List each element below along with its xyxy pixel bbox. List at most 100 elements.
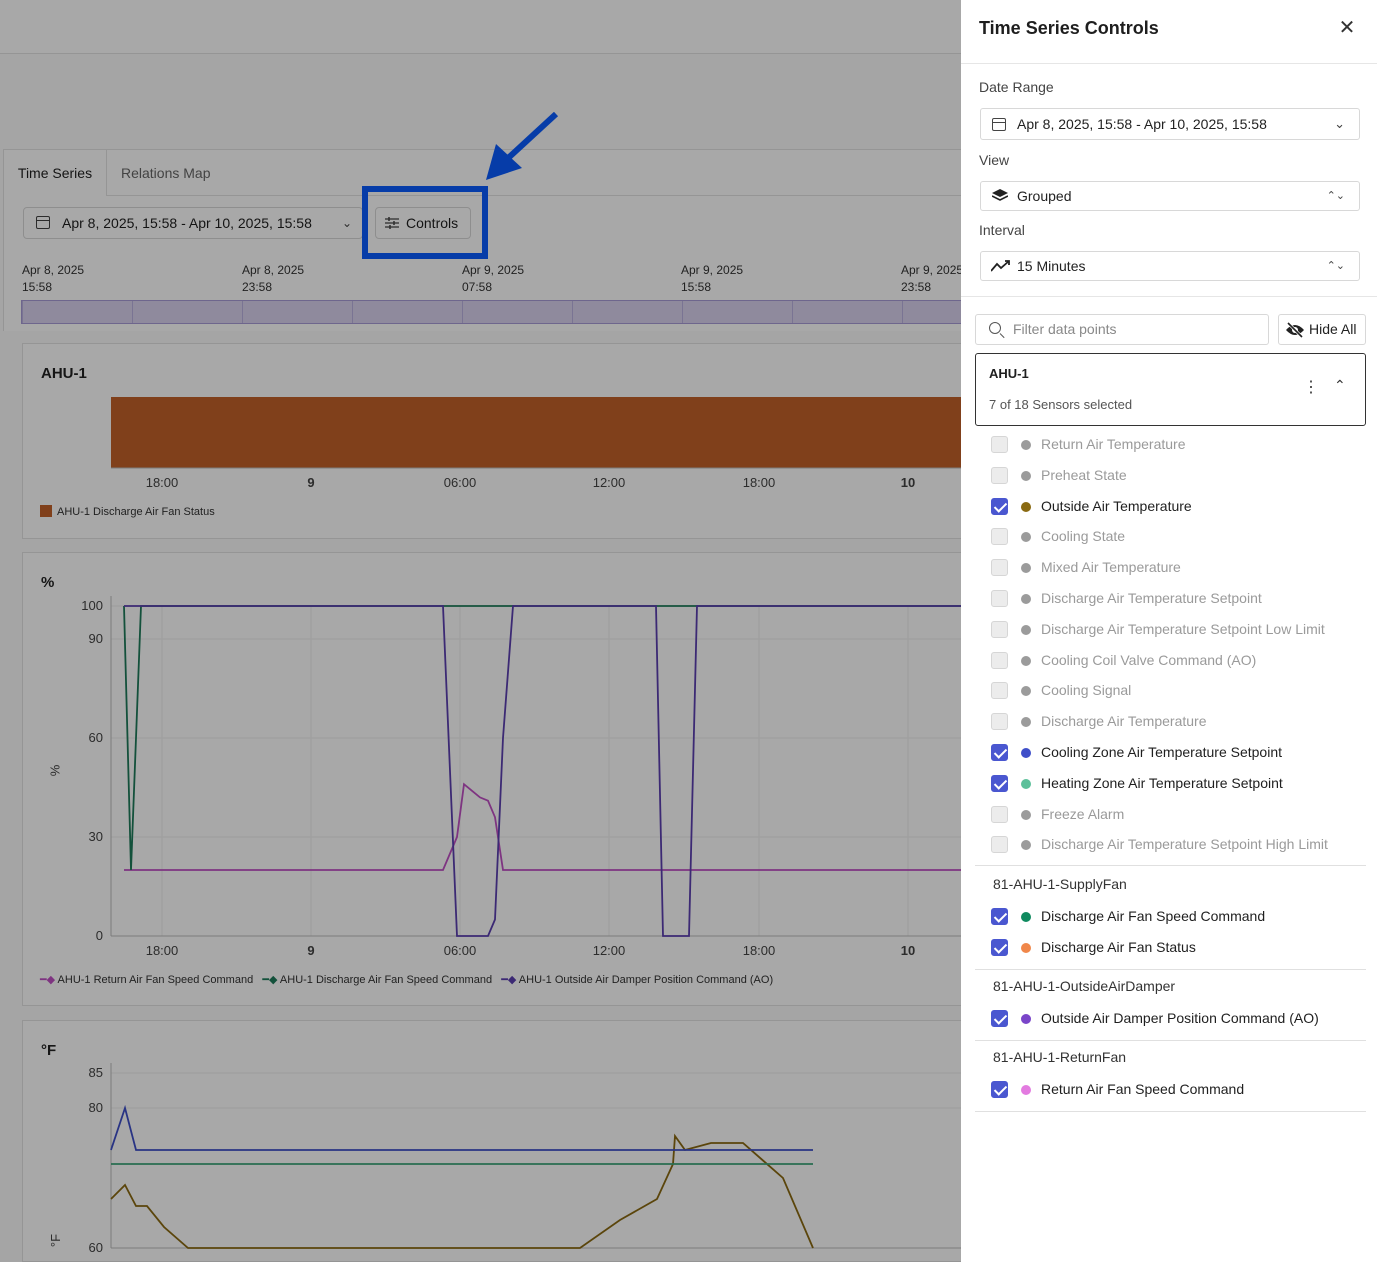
sensor-color-dot [1021, 686, 1031, 697]
sensor-checkbox[interactable] [991, 682, 1008, 700]
layers-icon [992, 189, 1008, 201]
sensor-label: Return Air Fan Speed Command [1041, 1081, 1245, 1097]
sensor-color-dot [1021, 532, 1031, 543]
sensor-color-dot [1021, 840, 1031, 851]
date-range-select[interactable]: Apr 8, 2025, 15:58 - Apr 10, 2025, 15:58… [980, 108, 1360, 140]
sensor-checkbox[interactable] [991, 939, 1008, 956]
sensor-row[interactable]: Return Air Fan Speed Command [991, 1079, 1371, 1101]
date-range-label: Date Range [979, 79, 1054, 95]
sensor-row[interactable]: Discharge Air Temperature Setpoint High … [991, 834, 1371, 856]
sensor-checkbox[interactable] [991, 713, 1008, 731]
calendar-icon [992, 118, 1006, 131]
sensor-row[interactable]: Outside Air Damper Position Command (AO) [991, 1008, 1371, 1030]
sensor-label: Discharge Air Temperature Setpoint Low L… [1041, 620, 1325, 637]
divider [975, 865, 1366, 866]
sensor-checkbox[interactable] [991, 436, 1008, 453]
sensor-color-dot [1021, 748, 1031, 758]
trend-icon [991, 260, 1010, 272]
sensor-checkbox[interactable] [991, 497, 1008, 515]
interval-label: Interval [979, 222, 1025, 238]
group-header-ahu-1[interactable]: AHU-1 7 of 18 Sensors selected ⋮ ⌃ [975, 353, 1366, 426]
sensor-label: Discharge Air Fan Speed Command [1041, 908, 1266, 924]
sensor-row[interactable]: Cooling Coil Valve Command (AO) [991, 650, 1371, 672]
sensor-checkbox[interactable] [991, 528, 1008, 546]
sensor-row[interactable]: Discharge Air Fan Status [991, 937, 1371, 959]
group-selection-count: 7 of 18 Sensors selected [989, 397, 1133, 412]
sensor-row[interactable]: Freeze Alarm [991, 804, 1371, 826]
divider [975, 1040, 1366, 1041]
sensor-label: Outside Air Damper Position Command (AO) [1041, 1010, 1319, 1026]
sensor-checkbox[interactable] [991, 1081, 1008, 1098]
sensor-checkbox[interactable] [991, 1010, 1008, 1027]
sensor-label: Discharge Air Temperature Setpoint [1041, 590, 1262, 606]
sensor-checkbox[interactable] [991, 744, 1008, 761]
sensor-row[interactable]: Discharge Air Temperature Setpoint Low L… [991, 619, 1371, 641]
group-name: AHU-1 [989, 366, 1029, 381]
sensor-color-dot [1021, 440, 1031, 450]
sensor-row[interactable]: Preheat State [991, 465, 1371, 487]
sensor-row[interactable]: Discharge Air Temperature Setpoint [991, 588, 1371, 610]
modal-backdrop[interactable] [0, 0, 961, 1262]
sensor-label: Outside Air Temperature [1041, 497, 1192, 514]
hide-all-button[interactable]: Hide All [1278, 314, 1366, 345]
sensor-color-dot [1021, 778, 1031, 789]
chevron-updown-icon: ⌃⌄ [1326, 260, 1345, 272]
sensor-row[interactable]: Return Air Temperature [991, 434, 1371, 456]
time-series-controls-panel: Time Series Controls ✕ Date Range Apr 8,… [961, 0, 1377, 1262]
sensor-checkbox[interactable] [991, 466, 1008, 484]
sensor-label: Cooling State [1041, 528, 1126, 545]
eye-off-icon [1286, 322, 1304, 338]
chevron-up-icon[interactable]: ⌃ [1334, 377, 1346, 394]
sensor-label: Cooling Signal [1041, 682, 1132, 699]
interval-select[interactable]: 15 Minutes ⌃⌄ [980, 251, 1360, 281]
sensor-checkbox[interactable] [991, 590, 1008, 607]
sensor-color-dot [1021, 563, 1031, 574]
sensor-row[interactable]: Discharge Air Fan Speed Command [991, 906, 1371, 928]
subgroup-title: 81-AHU-1-ReturnFan [993, 1049, 1127, 1065]
sensor-color-dot [1021, 943, 1031, 953]
divider [961, 296, 1377, 297]
sensor-color-dot [1021, 594, 1031, 604]
subgroup-title: 81-AHU-1-SupplyFan [993, 876, 1127, 892]
sensor-row[interactable]: Mixed Air Temperature [991, 557, 1371, 579]
sensor-label: Discharge Air Temperature Setpoint High … [1041, 836, 1328, 853]
sensor-checkbox[interactable] [991, 559, 1008, 577]
sensor-color-dot [1021, 655, 1031, 666]
sensor-row[interactable]: Cooling Signal [991, 680, 1371, 702]
sensor-color-dot [1021, 1085, 1031, 1095]
sensor-row[interactable]: Cooling State [991, 526, 1371, 548]
sensor-row[interactable]: Cooling Zone Air Temperature Setpoint [991, 742, 1371, 764]
sensor-checkbox[interactable] [991, 836, 1008, 854]
sensor-color-dot [1021, 1014, 1031, 1024]
close-icon[interactable]: ✕ [1337, 18, 1357, 38]
sensor-label: Return Air Temperature [1041, 436, 1186, 452]
sensor-row[interactable]: Discharge Air Temperature [991, 711, 1371, 733]
sensor-color-dot [1021, 912, 1031, 922]
sensor-checkbox[interactable] [991, 908, 1008, 925]
search-icon [989, 322, 1001, 334]
more-options-icon[interactable]: ⋮ [1303, 380, 1319, 396]
subgroup-title: 81-AHU-1-OutsideAirDamper [993, 978, 1176, 994]
sensor-row[interactable]: Outside Air Temperature [991, 496, 1371, 518]
sensor-row[interactable]: Heating Zone Air Temperature Setpoint [991, 773, 1371, 795]
panel-header: Time Series Controls ✕ [961, 0, 1377, 64]
sensor-label: Mixed Air Temperature [1041, 559, 1181, 576]
date-range-value: Apr 8, 2025, 15:58 - Apr 10, 2025, 15:58 [1017, 116, 1267, 132]
sensor-label: Discharge Air Fan Status [1041, 939, 1196, 955]
panel-title: Time Series Controls [979, 18, 1159, 38]
chevron-updown-icon: ⌃⌄ [1326, 190, 1345, 202]
sensor-checkbox[interactable] [991, 620, 1008, 638]
divider [975, 969, 1366, 970]
sensor-label: Discharge Air Temperature [1041, 713, 1207, 730]
sensor-label: Cooling Coil Valve Command (AO) [1041, 651, 1257, 668]
sensor-checkbox[interactable] [991, 651, 1008, 669]
view-select[interactable]: Grouped ⌃⌄ [980, 181, 1360, 211]
app-window: Time Series Relations Map Apr 8, 2025, 1… [0, 0, 1377, 1262]
sensor-label: Freeze Alarm [1041, 805, 1125, 822]
filter-input[interactable]: Filter data points [975, 314, 1269, 345]
sensor-color-dot [1021, 809, 1031, 820]
sensor-color-dot [1021, 501, 1031, 512]
sensor-checkbox[interactable] [991, 805, 1008, 823]
sensor-checkbox[interactable] [991, 774, 1008, 792]
sensor-color-dot [1021, 470, 1031, 481]
